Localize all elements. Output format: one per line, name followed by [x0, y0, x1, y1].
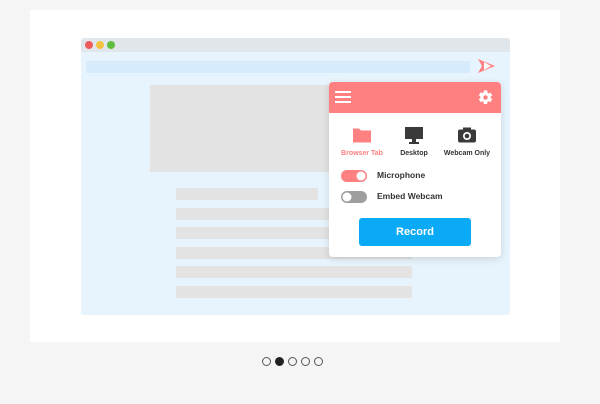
extension-icon[interactable] [476, 57, 498, 75]
maximize-dot-icon [107, 41, 115, 49]
monitor-icon [405, 127, 423, 144]
popup-header [329, 82, 501, 113]
record-button[interactable]: Record [359, 218, 471, 246]
placeholder-line [176, 266, 412, 278]
camera-icon [458, 127, 476, 143]
placeholder-line [176, 188, 318, 200]
embed-webcam-label: Embed Webcam [377, 191, 443, 201]
embed-webcam-toggle[interactable] [341, 191, 367, 203]
carousel-dot[interactable] [288, 357, 297, 366]
carousel-dot[interactable] [262, 357, 271, 366]
gear-icon[interactable] [477, 89, 494, 106]
browser-titlebar [81, 38, 510, 52]
hamburger-menu-icon[interactable] [335, 90, 351, 104]
minimize-dot-icon [96, 41, 104, 49]
carousel-pagination [262, 357, 328, 367]
mode-desktop[interactable]: Desktop [386, 126, 442, 157]
carousel-dot[interactable] [301, 357, 310, 366]
microphone-toggle[interactable] [341, 170, 367, 182]
mode-label: Browser Tab [341, 150, 383, 157]
folder-icon [353, 128, 371, 143]
carousel-dot-active[interactable] [275, 357, 284, 366]
mode-webcam-only[interactable]: Webcam Only [439, 126, 495, 157]
carousel-dot[interactable] [314, 357, 323, 366]
mode-browser-tab[interactable]: Browser Tab [334, 126, 390, 157]
address-bar [86, 61, 470, 73]
close-dot-icon [85, 41, 93, 49]
placeholder-image [150, 85, 330, 172]
mode-label: Desktop [400, 150, 428, 157]
mode-label: Webcam Only [443, 150, 491, 157]
placeholder-line [176, 286, 412, 298]
microphone-label: Microphone [377, 170, 426, 180]
recorder-popup: Browser Tab Desktop Webcam Only Micropho… [329, 82, 501, 257]
